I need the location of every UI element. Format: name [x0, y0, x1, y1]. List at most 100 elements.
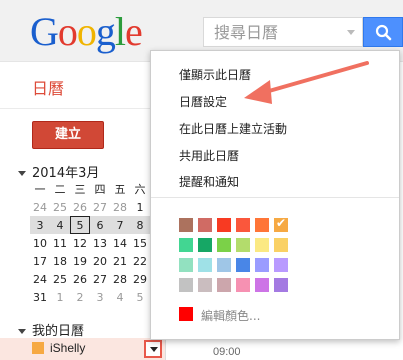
mini-day[interactable]: 27 [90, 270, 110, 288]
mini-day[interactable]: 7 [110, 216, 130, 234]
color-swatch[interactable] [255, 278, 269, 292]
color-swatch[interactable] [198, 258, 212, 272]
search-input[interactable] [204, 18, 334, 46]
color-swatch[interactable] [274, 278, 288, 292]
color-swatch[interactable] [179, 278, 193, 292]
color-swatch[interactable] [198, 278, 212, 292]
mini-day[interactable]: 11 [50, 234, 70, 252]
menu-item-create-event[interactable]: 在此日曆上建立活動 [179, 120, 287, 137]
color-swatch[interactable] [274, 258, 288, 272]
color-swatch[interactable]: ✔ [274, 216, 288, 232]
calendar-options-button[interactable] [144, 340, 162, 358]
calendar-list-item[interactable]: iShelly [0, 338, 165, 360]
mini-day[interactable]: 29 [130, 270, 150, 288]
collapse-triangle-icon[interactable] [18, 171, 26, 176]
weekday-header: 二 [54, 183, 66, 196]
search-dropdown-icon[interactable] [347, 30, 355, 35]
mini-day[interactable]: 24 [30, 198, 50, 216]
mini-day[interactable]: 17 [30, 252, 50, 270]
color-swatch[interactable] [236, 278, 250, 292]
color-swatch[interactable] [217, 278, 231, 292]
color-swatch[interactable] [236, 218, 250, 232]
mini-day[interactable]: 3 [90, 288, 110, 306]
mini-day[interactable]: 25 [50, 198, 70, 216]
weekday-header: 四 [94, 183, 106, 196]
color-swatch[interactable] [179, 218, 193, 232]
mini-day[interactable]: 1 [130, 198, 150, 216]
menu-item-display-only[interactable]: 僅顯示此日曆 [179, 66, 251, 83]
my-calendars-label: 我的日曆 [32, 324, 85, 339]
edit-color-link[interactable]: 編輯顏色... [201, 307, 260, 324]
edit-color-swatch [179, 307, 193, 321]
mini-day[interactable]: 27 [90, 198, 110, 216]
calendar-name: iShelly [50, 341, 86, 355]
mini-day[interactable]: 5 [130, 288, 150, 306]
app-title: 日曆 [32, 79, 65, 98]
color-swatch[interactable] [198, 218, 212, 232]
mini-day[interactable]: 25 [50, 270, 70, 288]
mini-calendar-title[interactable]: 2014年3月 [18, 162, 99, 181]
search-box[interactable] [203, 17, 363, 47]
mini-day[interactable]: 13 [90, 234, 110, 252]
weekday-header: 一 [34, 183, 46, 196]
mini-day[interactable]: 4 [110, 288, 130, 306]
chevron-down-icon [150, 347, 158, 352]
mini-day[interactable]: 10 [30, 234, 50, 252]
search-icon [375, 24, 392, 41]
mini-day[interactable]: 19 [70, 252, 90, 270]
mini-day[interactable]: 20 [90, 252, 110, 270]
mini-day[interactable]: 1 [50, 288, 70, 306]
color-swatch[interactable] [255, 218, 269, 232]
mini-day[interactable]: 26 [70, 198, 90, 216]
logo-letter: l [114, 9, 126, 54]
mini-day[interactable]: 12 [70, 234, 90, 252]
menu-item-share-calendar[interactable]: 共用此日曆 [179, 147, 239, 164]
mini-day[interactable]: 2 [70, 288, 90, 306]
mini-day[interactable]: 8 [130, 216, 150, 234]
logo-letter: o [57, 9, 78, 54]
weekday-header: 三 [74, 183, 86, 196]
divider [0, 108, 165, 109]
mini-day[interactable]: 21 [110, 252, 130, 270]
checkmark-icon: ✔ [276, 216, 287, 230]
mini-day[interactable]: 6 [90, 216, 110, 234]
menu-item-calendar-settings[interactable]: 日曆設定 [179, 93, 227, 110]
menu-item-notifications[interactable]: 提醒和通知 [179, 173, 239, 190]
color-swatch[interactable] [255, 238, 269, 252]
mini-day[interactable]: 15 [130, 234, 150, 252]
color-swatch[interactable] [255, 258, 269, 272]
calendar-options-menu: 僅顯示此日曆 日曆設定 在此日曆上建立活動 共用此日曆 提醒和通知 ✔ 編輯顏色… [150, 50, 400, 340]
color-swatch[interactable] [217, 218, 231, 232]
search-button[interactable] [363, 17, 403, 47]
mini-day[interactable]: 28 [110, 270, 130, 288]
color-swatch[interactable] [198, 238, 212, 252]
weekday-header: 六 [134, 183, 146, 196]
color-swatch[interactable] [217, 258, 231, 272]
collapse-triangle-icon[interactable] [18, 329, 26, 334]
logo-letter: e [125, 9, 143, 54]
logo-letter: G [30, 9, 59, 54]
weekday-header: 五 [114, 183, 126, 196]
menu-divider [151, 197, 399, 198]
mini-day[interactable]: 26 [70, 270, 90, 288]
mini-day[interactable]: 4 [50, 216, 70, 234]
mini-day[interactable]: 28 [110, 198, 130, 216]
mini-day[interactable]: 22 [130, 252, 150, 270]
create-button[interactable]: 建立 [32, 121, 104, 149]
color-swatch[interactable] [179, 238, 193, 252]
my-calendars-header[interactable]: 我的日曆 [18, 320, 84, 339]
google-logo[interactable]: Google [30, 8, 143, 55]
color-swatch[interactable] [179, 258, 193, 272]
mini-day[interactable]: 31 [30, 288, 50, 306]
calendar-color-swatch [32, 342, 44, 354]
mini-day[interactable]: 3 [30, 216, 50, 234]
logo-letter: o [76, 9, 97, 54]
mini-day[interactable]: 24 [30, 270, 50, 288]
color-swatch[interactable] [217, 238, 231, 252]
color-swatch[interactable] [236, 258, 250, 272]
color-swatch[interactable] [236, 238, 250, 252]
mini-day[interactable]: 14 [110, 234, 130, 252]
color-swatch[interactable] [274, 238, 288, 252]
mini-day[interactable]: 18 [50, 252, 70, 270]
mini-day-today[interactable]: 5 [70, 216, 90, 234]
